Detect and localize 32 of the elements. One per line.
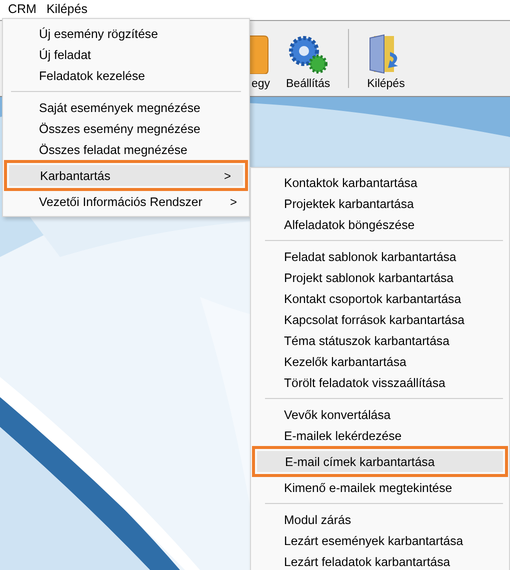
gears-icon — [286, 34, 330, 74]
menu-item[interactable]: Összes esemény megnézése — [3, 118, 249, 139]
toolbar-button[interactable]: Beállítás — [274, 21, 342, 96]
menu-item[interactable]: Karbantartás > — [9, 165, 243, 186]
submenu-arrow-icon: > — [230, 194, 237, 208]
menu-bar-item[interactable]: Kilépés — [42, 0, 94, 18]
menu-item[interactable]: Vevők konvertálása — [251, 404, 509, 425]
menu-bar-item[interactable]: CRM — [4, 0, 42, 18]
menu-item[interactable]: Saját események megnézése — [3, 97, 249, 118]
menu-item[interactable]: Új esemény rögzítése — [3, 23, 249, 44]
menu-item[interactable]: Kontakt csoportok karbantartása — [251, 288, 509, 309]
menu-item[interactable]: Kapcsolat források karbantartása — [251, 309, 509, 330]
menu-item[interactable]: Kontaktok karbantartása — [251, 172, 509, 193]
menu-item[interactable]: Feladatok kezelése — [3, 65, 249, 86]
submenu-arrow-icon: > — [224, 168, 231, 182]
menu-item[interactable]: Törölt feladatok visszaállítása — [251, 372, 509, 393]
menu-item[interactable]: Projekt sablonok karbantartása — [251, 267, 509, 288]
menu-item[interactable]: Kezelők karbantartása — [251, 351, 509, 372]
menu-item[interactable]: E-mailek lekérdezése — [251, 425, 509, 446]
menu-item[interactable]: Modul zárás — [251, 509, 509, 530]
menu-item[interactable]: Feladat sablonok karbantartása — [251, 246, 509, 267]
menu-item[interactable]: Vezetői Információs Rendszer > — [3, 191, 249, 212]
menu-item[interactable]: Új feladat — [3, 44, 249, 65]
menu-item[interactable]: Alfeladatok böngészése — [251, 214, 509, 235]
menu-item[interactable]: Lezárt feladatok karbantartása — [251, 551, 509, 570]
menu-item[interactable]: E-mail címek karbantartása — [257, 451, 503, 472]
menu-item[interactable]: Kimenő e-mailek megtekintése — [251, 477, 509, 498]
menu-item[interactable]: Projektek karbantartása — [251, 193, 509, 214]
menu-item[interactable]: Lezárt események karbantartása — [251, 530, 509, 551]
toolbar-button[interactable]: Kilépés — [355, 21, 417, 96]
menu-item[interactable]: Összes feladat megnézése — [3, 139, 249, 160]
menu-item[interactable]: Téma státuszok karbantartása — [251, 330, 509, 351]
